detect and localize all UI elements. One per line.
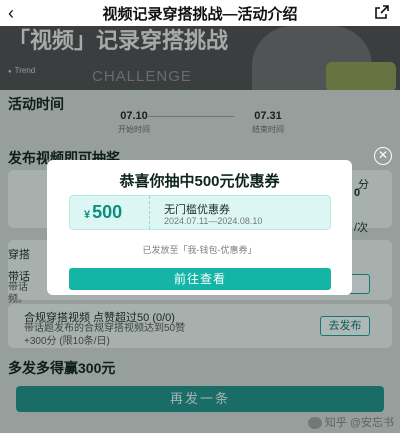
close-icon[interactable]: ✕ [374, 147, 392, 165]
view-coupon-button[interactable]: 前往查看 [69, 268, 331, 290]
back-icon[interactable]: ‹ [8, 3, 14, 23]
modal-title: 恭喜你抽中500元优惠券 [119, 173, 280, 190]
coupon-name: 无门槛优惠券 [164, 204, 230, 216]
coupon-amount-area: ¥500 [70, 196, 150, 229]
coupon-card: ¥500 无门槛优惠券 2024.07.11—2024.08.10 [69, 195, 331, 230]
prize-modal: 恭喜你抽中500元优惠券 ¥500 无门槛优惠券 2024.07.11—2024… [47, 160, 352, 295]
coupon-value: 500 [92, 202, 123, 222]
coupon-amount: ¥500 [84, 202, 122, 223]
share-icon[interactable] [374, 4, 390, 20]
top-nav: ‹ 视频记录穿搭挑战—活动介绍 [0, 0, 400, 26]
coupon-validity: 2024.07.11—2024.08.10 [164, 216, 263, 226]
page-title: 视频记录穿搭挑战—活动介绍 [102, 5, 298, 23]
modal-note: 已发放至「我-钱包-优惠券」 [142, 245, 257, 255]
currency-symbol: ¥ [84, 209, 91, 221]
